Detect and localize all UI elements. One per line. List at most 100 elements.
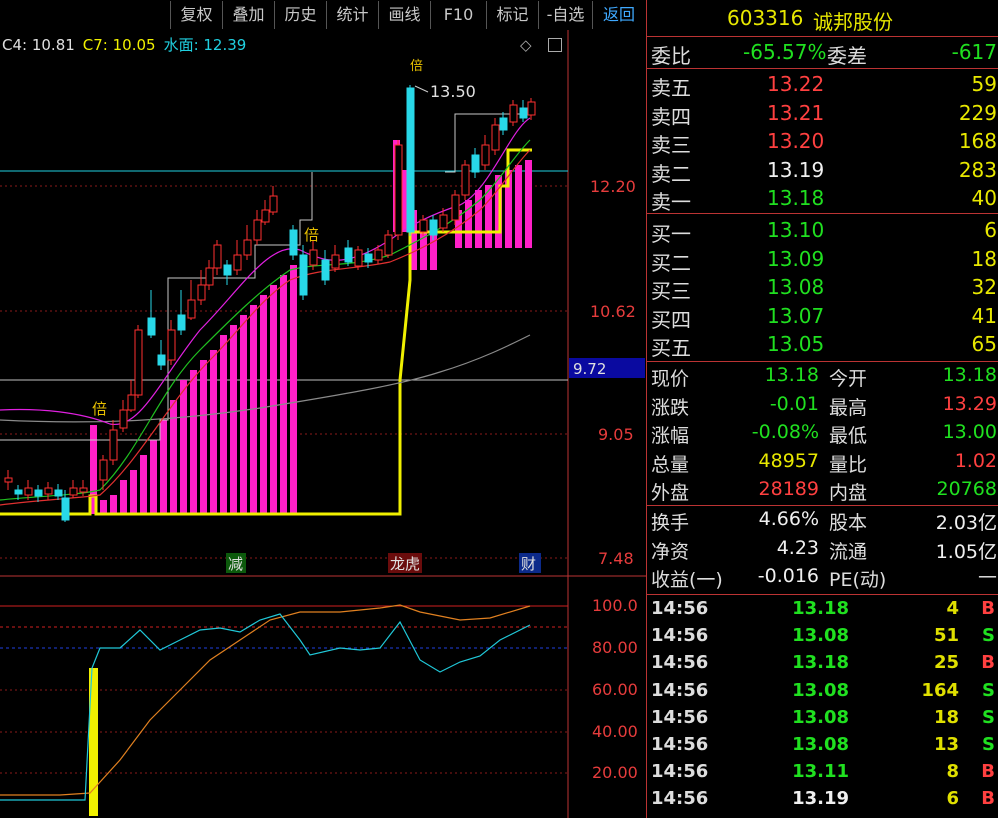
tick-side: S xyxy=(982,625,995,647)
fund-label: 收益(一) xyxy=(651,569,723,591)
volume-bar xyxy=(110,495,117,514)
volume-bar xyxy=(190,370,197,514)
candle-body xyxy=(233,254,242,271)
tick-volume: 13 xyxy=(933,734,959,755)
bid-volume: 18 xyxy=(971,246,997,271)
draw-line-button[interactable]: 画线 xyxy=(378,1,430,29)
quote-value-2: 20768 xyxy=(936,478,997,500)
candle-body xyxy=(289,229,298,256)
bid-volume: 32 xyxy=(971,275,997,299)
overlay-button[interactable]: 叠加 xyxy=(222,1,274,29)
tick-volume: 164 xyxy=(921,679,959,701)
candle-body xyxy=(223,264,232,276)
volume-bar xyxy=(150,440,157,514)
fund-label: 换手 xyxy=(651,512,690,534)
fund-row: 换手 4.66% 股本 2.03亿 xyxy=(647,508,998,536)
volume-bar xyxy=(280,275,287,514)
osc-cyan-line xyxy=(0,613,531,801)
quote-row: 外盘 28189 内盘 20768 xyxy=(647,478,998,506)
tick-side: B xyxy=(981,788,995,810)
candle-body xyxy=(187,299,196,319)
fund-value: 4.23 xyxy=(776,536,819,559)
candle-body xyxy=(406,87,415,233)
candle-body xyxy=(269,195,278,213)
tick-price: 13.08 xyxy=(792,734,849,755)
candle-body xyxy=(299,254,308,296)
tick-price: 13.19 xyxy=(792,788,849,810)
weibi-label: 委比 xyxy=(651,44,691,68)
tick-row: 14:56 13.19 6 B xyxy=(647,788,998,815)
tick-side: S xyxy=(982,734,995,755)
kline-chart[interactable]: 12.20 10.62 9.05 7.48 9.72 倍 倍 倍 13.50 减… xyxy=(0,30,646,818)
osc-tick: 40.00 xyxy=(592,722,638,741)
current-price-label: 9.72 xyxy=(573,360,606,378)
bei-label-3: 倍 xyxy=(410,59,423,74)
tick-volume: 25 xyxy=(933,652,959,674)
candle-body xyxy=(394,144,403,236)
candle-body xyxy=(119,409,128,429)
tick-time: 14:56 xyxy=(651,679,709,701)
ask-volume: 229 xyxy=(958,100,997,125)
volume-bar xyxy=(120,480,127,514)
candle-body xyxy=(213,244,222,269)
tick-price: 13.18 xyxy=(792,652,849,674)
price-tick: 7.48 xyxy=(598,549,634,568)
candle-body xyxy=(491,124,500,151)
candle-body xyxy=(34,489,43,497)
candle-body xyxy=(79,487,88,493)
tick-volume: 18 xyxy=(933,706,959,728)
ask-price: 13.22 xyxy=(767,72,825,96)
mark-button[interactable]: 标记 xyxy=(486,1,538,29)
tick-price: 13.11 xyxy=(792,761,849,783)
candle-body xyxy=(177,314,186,331)
tick-side: S xyxy=(982,679,995,701)
osc-orange-line xyxy=(0,604,531,796)
tick-volume: 6 xyxy=(946,788,959,810)
osc-tick: 100.0 xyxy=(592,596,638,615)
ask-label: 卖三 xyxy=(651,133,691,157)
bid-price: 13.09 xyxy=(767,246,825,271)
price-tick: 12.20 xyxy=(590,177,636,196)
volume-bar xyxy=(210,350,217,514)
fund-value-2: 2.03亿 xyxy=(935,512,997,534)
tick-side: S xyxy=(982,706,995,728)
weicha-value: -617 xyxy=(951,40,997,64)
quote-value: 13.18 xyxy=(764,364,819,386)
candle-body xyxy=(321,259,330,281)
tick-row: 14:56 13.08 13 S xyxy=(647,734,998,761)
event-cai-text: 财 xyxy=(521,555,536,573)
candle-body xyxy=(4,477,13,483)
volume-bar xyxy=(220,335,227,514)
stock-name: 诚邦股份 xyxy=(813,10,893,34)
f10-button[interactable]: F10 xyxy=(430,1,486,29)
volume-bar xyxy=(230,325,237,514)
volume-bar xyxy=(270,285,277,514)
fund-label: 净资 xyxy=(651,540,690,563)
back-button[interactable]: 返回 xyxy=(592,1,645,29)
candle-body xyxy=(374,249,383,261)
osc-tick: 60.00 xyxy=(592,680,638,699)
weibi-value: -65.57% xyxy=(743,40,827,64)
tick-time: 14:56 xyxy=(651,598,709,619)
candle-body xyxy=(205,267,214,286)
volume-bars xyxy=(90,140,532,514)
bid-label: 买一 xyxy=(651,222,691,246)
ask-row: 卖五 13.22 59 xyxy=(647,72,998,100)
fuquan-button[interactable]: 复权 xyxy=(170,1,222,29)
candle-body xyxy=(253,219,262,241)
add-watchlist-button[interactable]: -自选 xyxy=(538,1,592,29)
ask-label: 卖四 xyxy=(651,104,691,129)
fund-value-2: — xyxy=(978,565,997,587)
history-button[interactable]: 历史 xyxy=(274,1,326,29)
candle-body xyxy=(471,154,480,173)
bid-row: 买一 13.10 6 xyxy=(647,218,998,246)
ask-volume: 283 xyxy=(958,157,997,182)
quote-label: 涨跌 xyxy=(651,396,690,419)
candle-body xyxy=(461,164,470,196)
event-longhu-text: 龙虎 xyxy=(390,555,420,573)
tick-time: 14:56 xyxy=(651,625,709,647)
bid-volume: 41 xyxy=(971,303,997,328)
tick-time: 14:56 xyxy=(651,761,709,783)
quote-label-2: 最低 xyxy=(829,425,868,447)
stats-button[interactable]: 统计 xyxy=(326,1,378,29)
